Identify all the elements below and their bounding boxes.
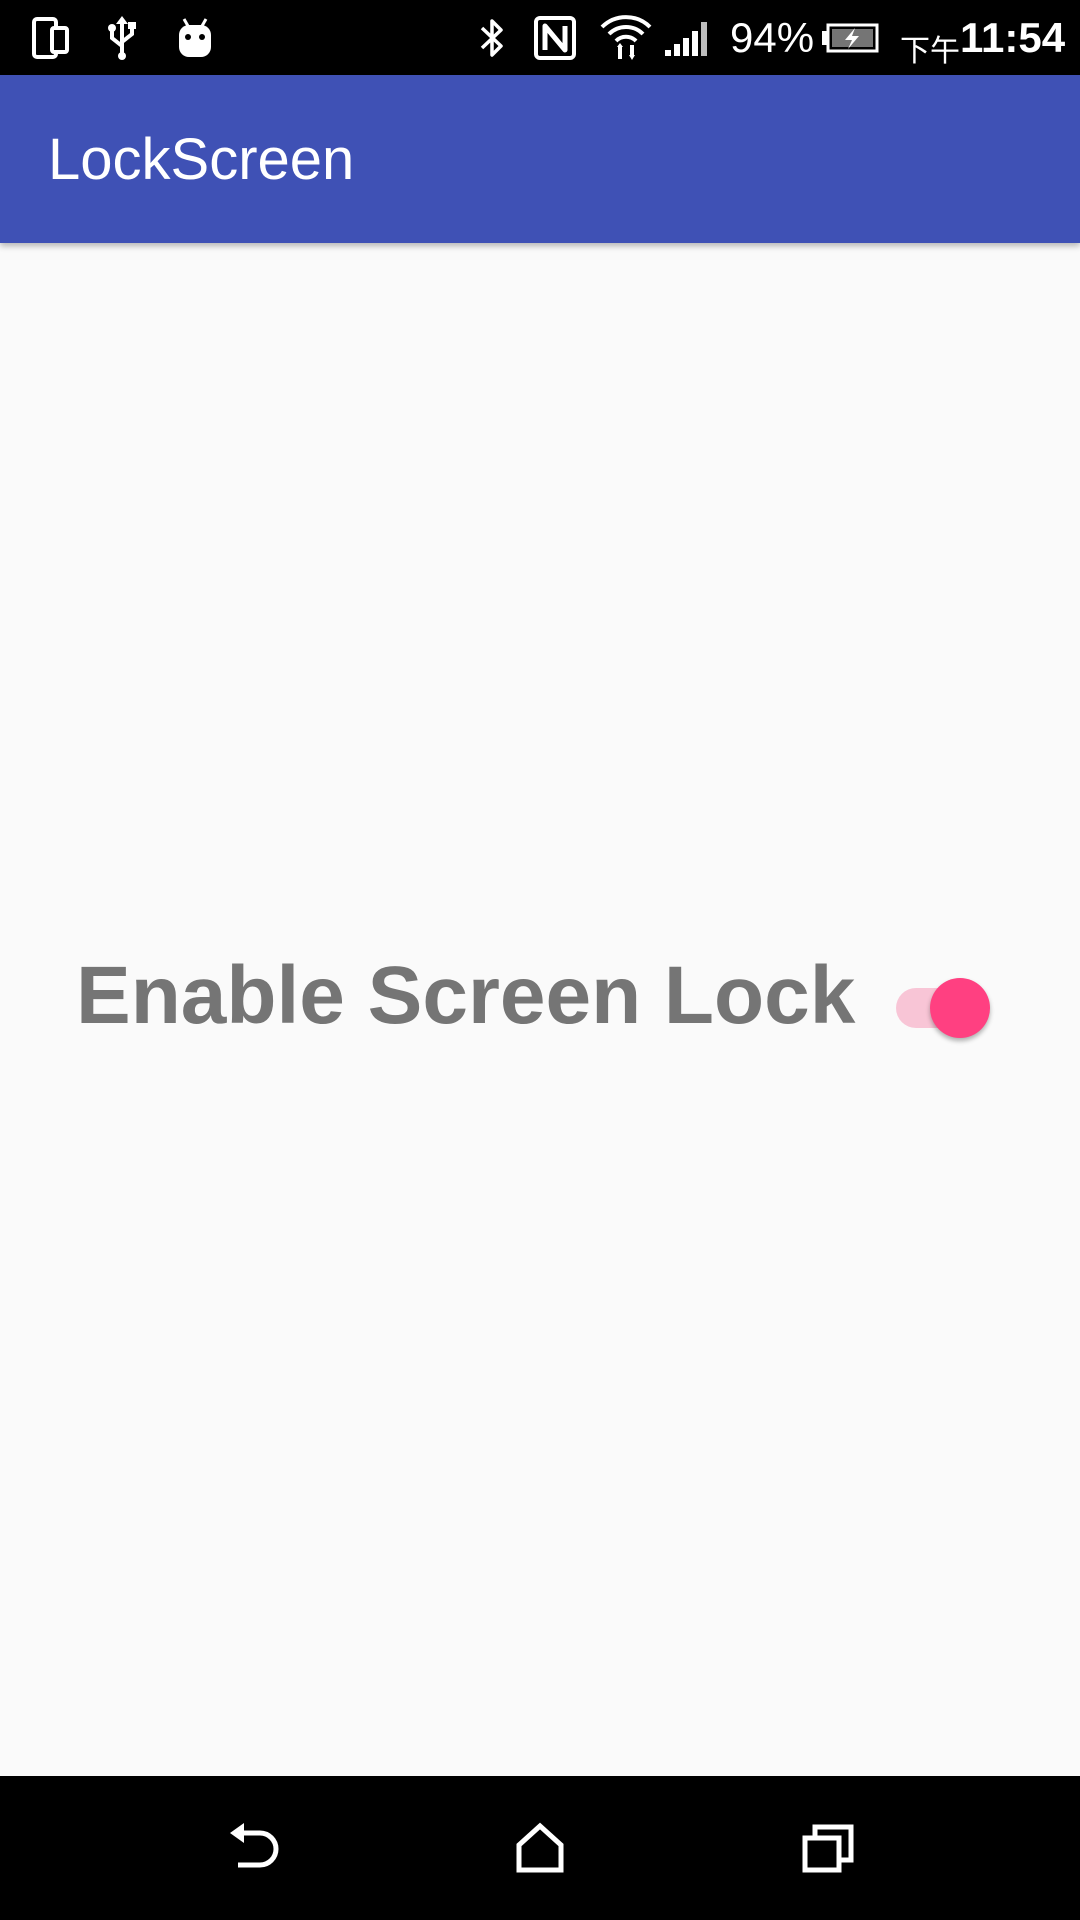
- signal-icon: [662, 0, 714, 75]
- enable-screen-lock-label: Enable Screen Lock: [76, 950, 856, 1041]
- battery-percent: 94%: [730, 13, 815, 61]
- battery-charging-icon: [820, 0, 880, 75]
- time-prefix: 下午: [900, 34, 960, 68]
- home-icon: [516, 1822, 564, 1873]
- recents-button[interactable]: [758, 1776, 898, 1920]
- bluetooth-icon: [474, 0, 510, 75]
- home-button[interactable]: [470, 1776, 610, 1920]
- android-debug-icon: [172, 0, 218, 75]
- navigation-bar: [0, 1776, 1080, 1920]
- app-bar: LockScreen: [0, 75, 1080, 243]
- wifi-icon: [598, 0, 654, 75]
- back-button[interactable]: [184, 1776, 324, 1920]
- recents-icon: [802, 1824, 854, 1873]
- back-icon: [230, 1823, 279, 1868]
- clock-time: 11:54: [960, 13, 1066, 61]
- usb-icon: [100, 0, 144, 75]
- nfc-icon: [532, 0, 578, 75]
- toggle-thumb: [930, 978, 990, 1038]
- status-bar: 94% 下午 11:54: [0, 0, 1080, 75]
- screen-lock-toggle[interactable]: [896, 978, 992, 1040]
- app-title: LockScreen: [48, 126, 355, 192]
- screen-mirror-icon: [28, 0, 74, 75]
